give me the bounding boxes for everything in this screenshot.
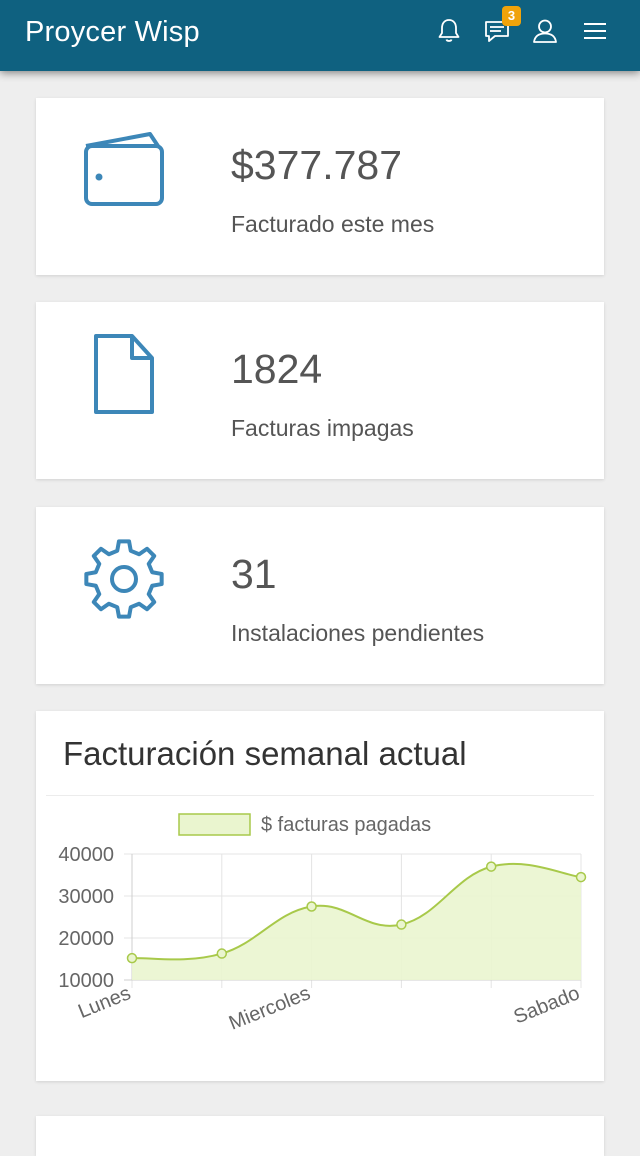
data-point	[575, 871, 587, 883]
wallet-icon	[82, 132, 166, 213]
gear-icon	[82, 537, 166, 626]
y-tick-label: 20000	[58, 928, 114, 950]
data-point	[396, 919, 407, 930]
x-tick-label: Sabado	[511, 982, 583, 1028]
next-card	[36, 1116, 604, 1156]
stat-card-pending-installations[interactable]: 31 Instalaciones pendientes	[36, 507, 604, 684]
stat-label: Facturado este mes	[231, 211, 435, 237]
stat-value: 1824	[231, 346, 323, 392]
top-app-bar: Proycer Wisp 3	[0, 0, 640, 71]
weekly-billing-chart-card: Facturación semanal actual $ facturas pa…	[36, 711, 604, 1081]
legend-label: $ facturas pagadas	[261, 814, 431, 836]
stat-card-unpaid-invoices[interactable]: 1824 Facturas impagas	[36, 302, 604, 479]
y-tick-label: 10000	[58, 970, 114, 992]
weekly-billing-chart: $ facturas pagadas40000300002000010000Lu…	[58, 813, 587, 1035]
chart-title: Facturación semanal actual	[63, 735, 467, 772]
app-title[interactable]: Proycer Wisp	[25, 16, 200, 49]
chart-divider	[46, 795, 594, 796]
stat-value: 31	[231, 551, 277, 597]
data-point	[485, 861, 497, 872]
user-icon	[532, 18, 558, 49]
y-tick-label: 30000	[58, 886, 114, 908]
data-point	[306, 901, 317, 912]
series-area	[132, 863, 581, 980]
bell-icon	[437, 18, 461, 49]
menu-button[interactable]	[578, 16, 612, 50]
y-tick-label: 40000	[58, 844, 114, 866]
stat-value: $377.787	[231, 142, 403, 188]
x-tick-label: Miercoles	[226, 982, 314, 1034]
legend-swatch	[178, 813, 251, 836]
messages-badge: 3	[502, 6, 521, 26]
stat-card-billed[interactable]: $377.787 Facturado este mes	[36, 98, 604, 275]
stat-label: Instalaciones pendientes	[231, 620, 485, 646]
document-icon	[92, 332, 156, 421]
stat-label: Facturas impagas	[231, 415, 414, 441]
data-point	[126, 952, 138, 964]
data-point	[216, 948, 228, 959]
profile-button[interactable]	[528, 16, 562, 50]
notifications-button[interactable]	[432, 16, 466, 50]
hamburger-icon	[583, 21, 607, 46]
